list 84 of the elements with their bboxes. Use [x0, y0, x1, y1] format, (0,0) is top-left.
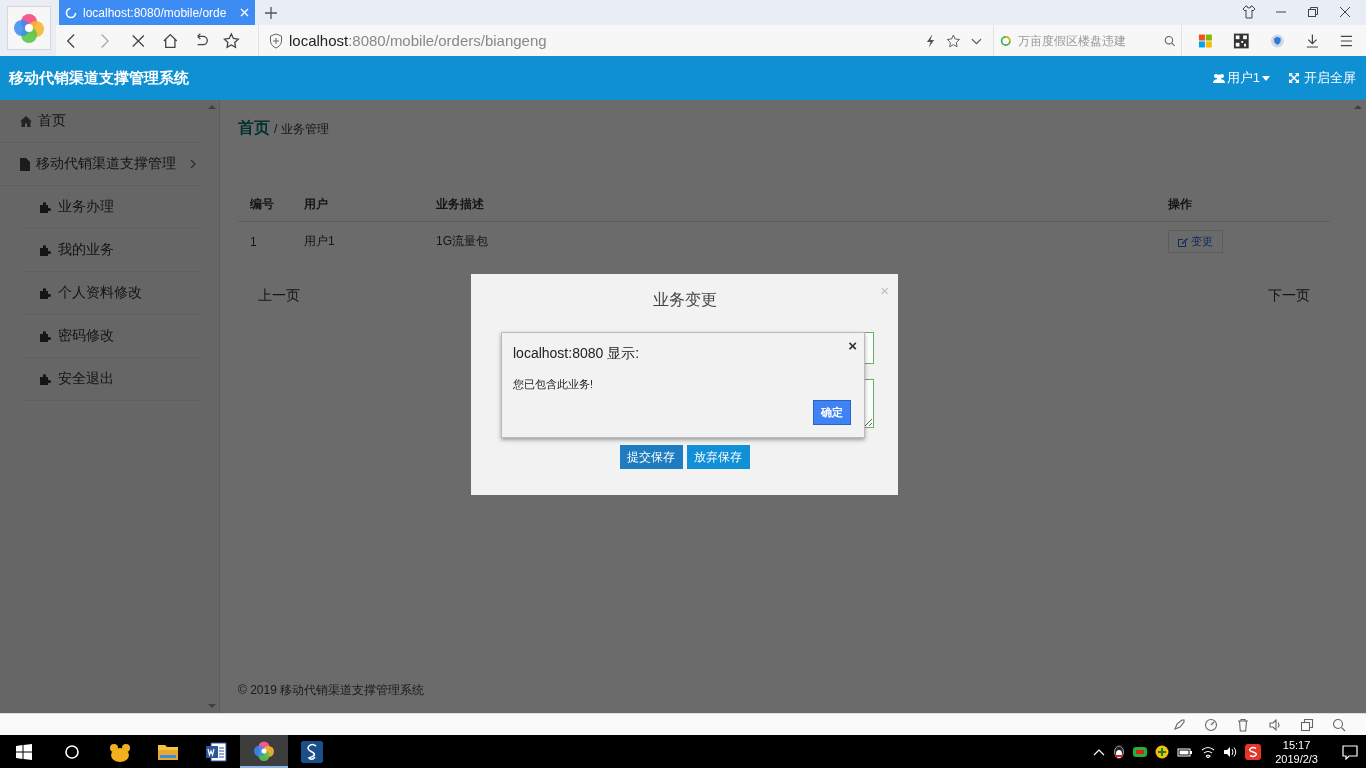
table-cell: 用户1	[292, 221, 424, 261]
breadcrumb-separator: /	[274, 122, 278, 136]
restore-icon[interactable]	[1306, 5, 1320, 19]
trash-icon[interactable]	[1236, 717, 1250, 732]
users-icon	[1212, 72, 1225, 84]
penguin-icon[interactable]	[1113, 744, 1126, 759]
caret-icon	[1262, 74, 1270, 82]
browser-logo-icon	[12, 11, 46, 45]
search-icon[interactable]	[1332, 717, 1346, 732]
table-cell: 1	[238, 221, 292, 261]
battery-icon[interactable]	[1177, 745, 1194, 758]
app-title: 移动代销渠道支撑管理系统	[9, 68, 189, 88]
windows-icon[interactable]	[1300, 717, 1314, 732]
puzzle-icon	[40, 373, 52, 385]
browser-tab[interactable]: localhost:8080/mobile/orde	[59, 0, 255, 25]
plus-circle-icon[interactable]	[1155, 744, 1170, 759]
file-icon	[20, 157, 30, 171]
shield-badge-icon[interactable]	[1269, 32, 1285, 49]
dialog-button[interactable]: 放弃保存	[686, 445, 750, 469]
close-button[interactable]: ×	[848, 337, 857, 354]
sidebar-item[interactable]: 个人资料修改	[24, 272, 201, 315]
windows-logo-icon[interactable]	[16, 743, 32, 760]
alert-message: 您已包含此业务!	[513, 377, 595, 392]
footer-text: © 2019 移动代销渠道支撑管理系统	[238, 682, 426, 699]
puzzle-icon	[40, 244, 52, 256]
puzzle-icon	[40, 201, 52, 213]
star-icon[interactable]	[223, 31, 240, 50]
word-document-icon[interactable]	[205, 741, 227, 762]
column-header: 用户	[292, 187, 424, 222]
wifi-icon[interactable]	[1201, 745, 1216, 758]
dialog-button[interactable]: 提交保存	[619, 445, 683, 469]
table-cell: 1G流量包	[424, 221, 1156, 261]
clock-date: 2019/2/3	[1275, 751, 1318, 766]
script-s-icon[interactable]	[301, 740, 323, 763]
gauge-icon[interactable]	[1204, 717, 1218, 732]
alert-title: localhost:8080 显示:	[513, 345, 641, 363]
download-icon[interactable]	[1304, 32, 1320, 49]
shirt-icon[interactable]	[1242, 5, 1256, 19]
column-header: 操作	[1156, 187, 1330, 222]
breadcrumb-current: 业务管理	[281, 121, 330, 138]
change-button[interactable]: 变更	[1168, 230, 1223, 253]
next-page-link[interactable]: 下一页	[1268, 287, 1310, 305]
dialog-title: 业务变更	[652, 290, 717, 310]
clock-time: 15:17	[1282, 737, 1311, 752]
ring-icon	[1000, 33, 1012, 48]
s-logo-icon[interactable]	[1245, 743, 1262, 760]
loading-spinner-icon	[65, 6, 77, 19]
shield-icon	[268, 32, 283, 49]
chat-bubble-icon[interactable]	[1133, 745, 1148, 758]
column-header: 编号	[238, 187, 292, 222]
home-icon	[20, 115, 32, 127]
sidebar-item[interactable]: 密码修改	[24, 315, 201, 358]
notification-icon[interactable]	[1342, 743, 1358, 760]
search-circle-icon[interactable]	[64, 743, 80, 760]
new-tab-icon[interactable]	[265, 7, 277, 19]
home-icon[interactable]	[162, 31, 179, 50]
qr-code-icon[interactable]	[1233, 31, 1250, 50]
close-icon[interactable]	[1338, 5, 1352, 19]
close-button[interactable]: ×	[880, 282, 889, 299]
sidebar-item[interactable]: 我的业务	[24, 229, 201, 272]
ok-button[interactable]: 确定	[813, 400, 851, 425]
breadcrumb-link[interactable]: 首页	[238, 118, 270, 139]
star-icon[interactable]	[945, 32, 961, 49]
sidebar-item[interactable]: 安全退出	[24, 358, 201, 401]
search-icon[interactable]	[1163, 33, 1176, 48]
expand-icon	[1288, 72, 1300, 84]
chevron-right-icon	[189, 159, 197, 169]
speaker-icon[interactable]	[1223, 745, 1238, 758]
user-menu[interactable]: 用户1	[1212, 69, 1270, 87]
puzzle-icon	[40, 330, 52, 342]
sidebar-item[interactable]: 移动代销渠道支撑管理	[0, 143, 201, 186]
fullscreen-link[interactable]: 开启全屏	[1288, 69, 1356, 87]
edit-icon	[1178, 236, 1188, 247]
apps-grid-icon[interactable]	[1198, 32, 1214, 49]
puzzle-icon	[40, 287, 52, 299]
folder-icon[interactable]	[157, 742, 179, 761]
sidebar-item[interactable]: 首页	[0, 100, 201, 143]
prev-page-link[interactable]: 上一页	[258, 287, 300, 305]
column-header: 业务描述	[424, 187, 1156, 222]
browser-logo-icon[interactable]	[253, 739, 275, 762]
bear-icon[interactable]	[109, 741, 131, 762]
search-field[interactable]: 万亩度假区楼盘违建	[1015, 32, 1160, 49]
address-bar[interactable]: localhost:8080/mobile/orders/biangeng	[288, 32, 547, 49]
sidebar-item[interactable]: 业务办理	[24, 186, 201, 229]
